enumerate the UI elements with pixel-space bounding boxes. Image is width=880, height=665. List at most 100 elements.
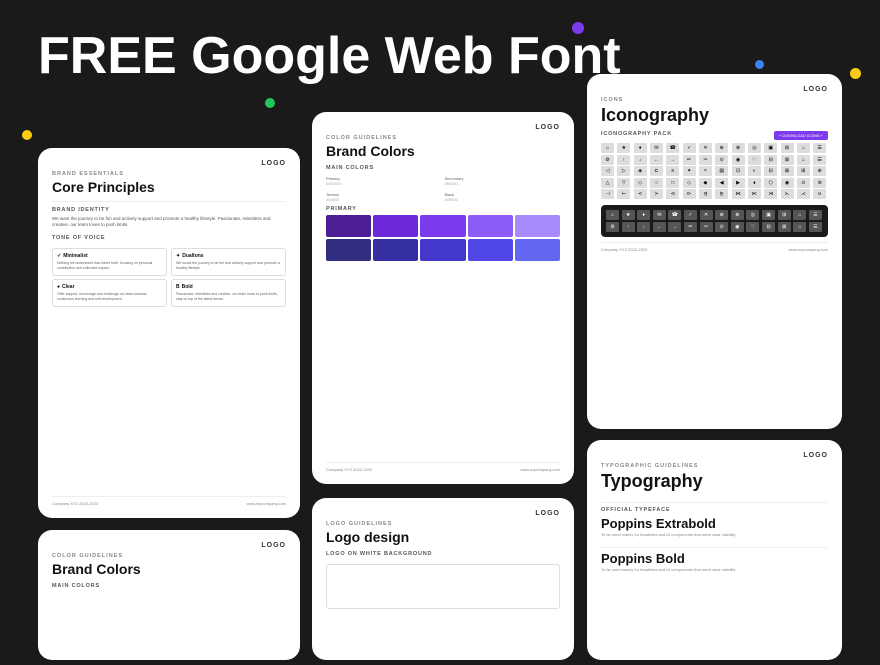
icon-cell: ⊙ [797, 178, 810, 188]
card4-main-colors: MAIN COLORS [52, 583, 286, 589]
tone-clear: ● Clear Offer support, encourage and cha… [52, 279, 167, 307]
icon-cell: ◇ [683, 178, 696, 188]
shade6 [326, 239, 371, 261]
card3-pack-label: ICONOGRAPHY PACK [601, 131, 672, 137]
shade10 [515, 239, 560, 261]
card6-font1-desc: To be used mainly for headlines and UI c… [601, 532, 828, 537]
card6-font1: Poppins Extrabold [601, 516, 828, 531]
tone-bold: B Bold Passionate, relentless and creati… [171, 279, 286, 307]
icon-cell: ✉ [650, 143, 663, 153]
icon-cell: ⊚ [813, 178, 826, 188]
tone-dualtons-name: Dualtons [182, 253, 203, 259]
icon-cell: ⊟ [764, 166, 777, 176]
card6-font2: Poppins Bold [601, 551, 828, 566]
icon-cell: ▣ [764, 143, 777, 153]
shade4 [468, 215, 513, 237]
dark-icon-cell: ← [653, 222, 666, 232]
icon-cell: ⊢ [617, 189, 630, 199]
dark-icon-cell: ◉ [731, 222, 744, 232]
icon-cell: ← [650, 155, 663, 165]
dot-yellow-right [850, 68, 861, 79]
card6-title: Typography [601, 471, 828, 492]
swatch-black-label: Black#00000 [445, 192, 561, 202]
icon-cell: ⊎ [813, 189, 826, 199]
card1-footer-right: www.mycompany.com [247, 501, 287, 506]
icon-cell: ◁ [601, 166, 614, 176]
icon-cell: ⋋ [781, 189, 794, 199]
card2-footer-left: Company XYZ 2022-2023 [326, 467, 372, 472]
icon-cell: ▽ [617, 178, 630, 188]
dark-icon-cell: ⊞ [778, 210, 791, 220]
icon-cell: ⊠ [781, 155, 794, 165]
tone-bold-text: Passionate, relentless and creative, our… [176, 292, 281, 302]
shade9 [468, 239, 513, 261]
card2-swatch-row1: Primary#000001 Secondary#B0001 [326, 174, 560, 186]
card5-title: Logo design [326, 529, 560, 545]
card1-footer: Company XYZ 2022-2023 www.mycompany.com [52, 496, 286, 506]
dark-icon-cell: ⚙ [606, 222, 619, 232]
card6-logo: LOGO [601, 452, 828, 459]
icon-cell: ⊳ [683, 189, 696, 199]
dark-icon-cell: ✏ [684, 222, 697, 232]
tone-minimalist: ✓ Minimalist Nothing we understand that … [52, 248, 167, 276]
icon-cell: ≡ [666, 166, 679, 176]
tone-minimalist-text: Nothing we understand that drives forth,… [57, 261, 162, 271]
shade2 [373, 215, 418, 237]
card2-footer: Company XYZ 2022-2023 www.mycompany.com [326, 462, 560, 472]
card2-primary-row1 [326, 215, 560, 237]
card3-footer-right: www.mycompany.com [789, 247, 829, 252]
card5-logo: LOGO [326, 510, 560, 517]
card5-section-label: LOGO GUIDELINES [326, 521, 560, 527]
icon-cell: ↓ [634, 155, 647, 165]
download-icons-btn[interactable]: + DOWNLOAD ICONS + [774, 131, 828, 140]
tone-dualtons-text: We would the journey to be fun and activ… [176, 261, 281, 271]
dark-icon-cell: ⊠ [778, 222, 791, 232]
card1-identity-text: We want the journey to be fun and active… [52, 216, 286, 230]
icon-cell: ⬧ [748, 178, 761, 188]
icon-cell: ⊲ [666, 189, 679, 199]
dark-icon-cell: ☎ [668, 210, 681, 220]
card-iconography: LOGO ICONS Iconography ICONOGRAPHY PACK … [587, 74, 842, 429]
card3-logo: LOGO [601, 86, 828, 93]
icon-cell: ☰ [813, 155, 826, 165]
swatch-tertiary-label: Tertiary#00000 [326, 192, 442, 202]
icon-cell: ⊞ [797, 166, 810, 176]
icon-cell: ⊵ [715, 189, 728, 199]
dot-blue [755, 60, 764, 69]
icon-cell: ○ [650, 178, 663, 188]
icon-cell: ⊴ [699, 189, 712, 199]
icon-cell: ◈ [634, 166, 647, 176]
card3-section-label: ICONS [601, 97, 828, 103]
icon-cell: ⊏ [650, 166, 663, 176]
icon-cell: ◉ [781, 178, 794, 188]
dark-icon-cell: → [668, 222, 681, 232]
dark-icon-cell: ⌂ [793, 222, 806, 232]
dark-icon-cell: ⊙ [715, 222, 728, 232]
dark-icon-cell: ✕ [700, 210, 713, 220]
dark-icon-cell: ☰ [809, 222, 822, 232]
card2-title: Brand Colors [326, 143, 560, 159]
dark-icon-cell: ♦ [637, 210, 650, 220]
icon-cell: ⌂ [797, 155, 810, 165]
card3-title: Iconography [601, 105, 828, 126]
card4-section-label: COLOR GUIDELINES [52, 553, 286, 559]
card4-title: Brand Colors [52, 561, 286, 577]
card4-logo: LOGO [52, 542, 286, 549]
shade8 [420, 239, 465, 261]
icon-grid-light: ⌂ ★ ♦ ✉ ☎ ✓ ✕ ⊕ ⊗ ◎ ▣ ⊞ ⌂ ☰ ⚙ ↑ ↓ ← → ✏ … [601, 143, 828, 199]
swatch-secondary-label: Secondary#B0001 [445, 176, 561, 186]
card2-main-colors-label: MAIN COLORS [326, 165, 560, 171]
card-logo-design: LOGO LOGO GUIDELINES Logo design LOGO ON… [312, 498, 574, 660]
card2-section-label: COLOR GUIDELINES [326, 135, 560, 141]
icon-cell: → [666, 155, 679, 165]
dark-icon-cell: ↑ [622, 222, 635, 232]
card6-official-label: OFFICIAL TYPEFACE [601, 507, 828, 513]
icon-cell: △ [601, 178, 614, 188]
icon-cell: ≻ [650, 189, 663, 199]
card3-footer-left: Company XYZ 2022-2023 [601, 247, 647, 252]
dark-icon-cell: ▣ [762, 210, 775, 220]
icon-cell: ⊙ [715, 155, 728, 165]
dark-icon-cell: ⌂ [606, 210, 619, 220]
card1-tone-label: TONE OF VOICE [52, 235, 286, 241]
dot-green [265, 98, 275, 108]
